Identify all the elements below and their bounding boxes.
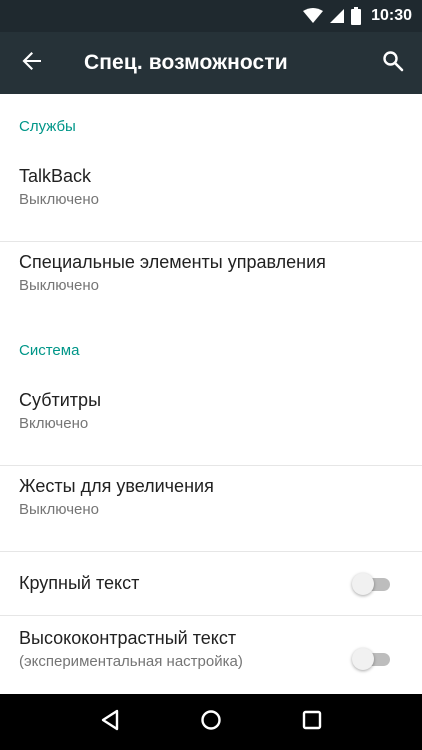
section-header-services: Службы bbox=[19, 118, 76, 135]
pref-summary: Выключено bbox=[19, 277, 99, 294]
search-icon bbox=[382, 50, 404, 77]
pref-title: Высококонтрастный текст bbox=[19, 628, 237, 648]
switch-thumb bbox=[352, 647, 374, 670]
home-circle-icon bbox=[200, 709, 222, 736]
pref-switch-access[interactable]: Специальные элементы управления Выключен… bbox=[0, 242, 422, 328]
nav-home-button[interactable] bbox=[191, 702, 231, 742]
nav-back-button[interactable] bbox=[90, 702, 130, 742]
pref-title: Крупный текст bbox=[19, 573, 140, 593]
pref-talkback[interactable]: TalkBack Выключено bbox=[0, 156, 422, 242]
search-button[interactable] bbox=[364, 32, 422, 94]
pref-title: Субтитры bbox=[19, 390, 102, 410]
nav-recents-button[interactable] bbox=[292, 702, 332, 742]
pref-title: Специальные элементы управления bbox=[19, 252, 326, 272]
pref-magnification-gestures[interactable]: Жесты для увеличения Выключено bbox=[0, 466, 422, 552]
page-title: Спец. возможности bbox=[84, 51, 288, 74]
pref-captions[interactable]: Субтитры Включено bbox=[0, 380, 422, 466]
wifi-icon bbox=[303, 8, 324, 24]
battery-icon bbox=[351, 7, 362, 25]
switch-thumb bbox=[352, 572, 374, 595]
pref-summary: Выключено bbox=[19, 501, 99, 518]
pref-large-text[interactable]: Крупный текст bbox=[0, 552, 422, 616]
pref-title: TalkBack bbox=[19, 166, 92, 186]
section-header-system: Система bbox=[19, 342, 80, 359]
recents-square-icon bbox=[302, 710, 322, 735]
back-triangle-icon bbox=[100, 709, 120, 736]
cell-signal-icon bbox=[329, 8, 345, 24]
pref-summary: Выключено bbox=[19, 191, 99, 208]
pref-title: Жесты для увеличения bbox=[19, 476, 214, 496]
app-toolbar: Спец. возможности bbox=[0, 32, 422, 94]
back-button[interactable] bbox=[0, 32, 64, 94]
system-nav-bar bbox=[0, 694, 422, 750]
pref-summary: Включено bbox=[19, 415, 89, 432]
large-text-switch[interactable] bbox=[352, 572, 392, 595]
arrow-back-icon bbox=[21, 50, 43, 77]
clock-time: 10:30 bbox=[371, 7, 412, 24]
settings-list: Службы TalkBack Выключено Специальные эл… bbox=[0, 94, 422, 694]
pref-high-contrast-text[interactable]: Высококонтрастный текст (экспериментальн… bbox=[0, 616, 422, 694]
status-bar: 10:30 bbox=[0, 0, 422, 32]
high-contrast-switch[interactable] bbox=[352, 647, 392, 670]
